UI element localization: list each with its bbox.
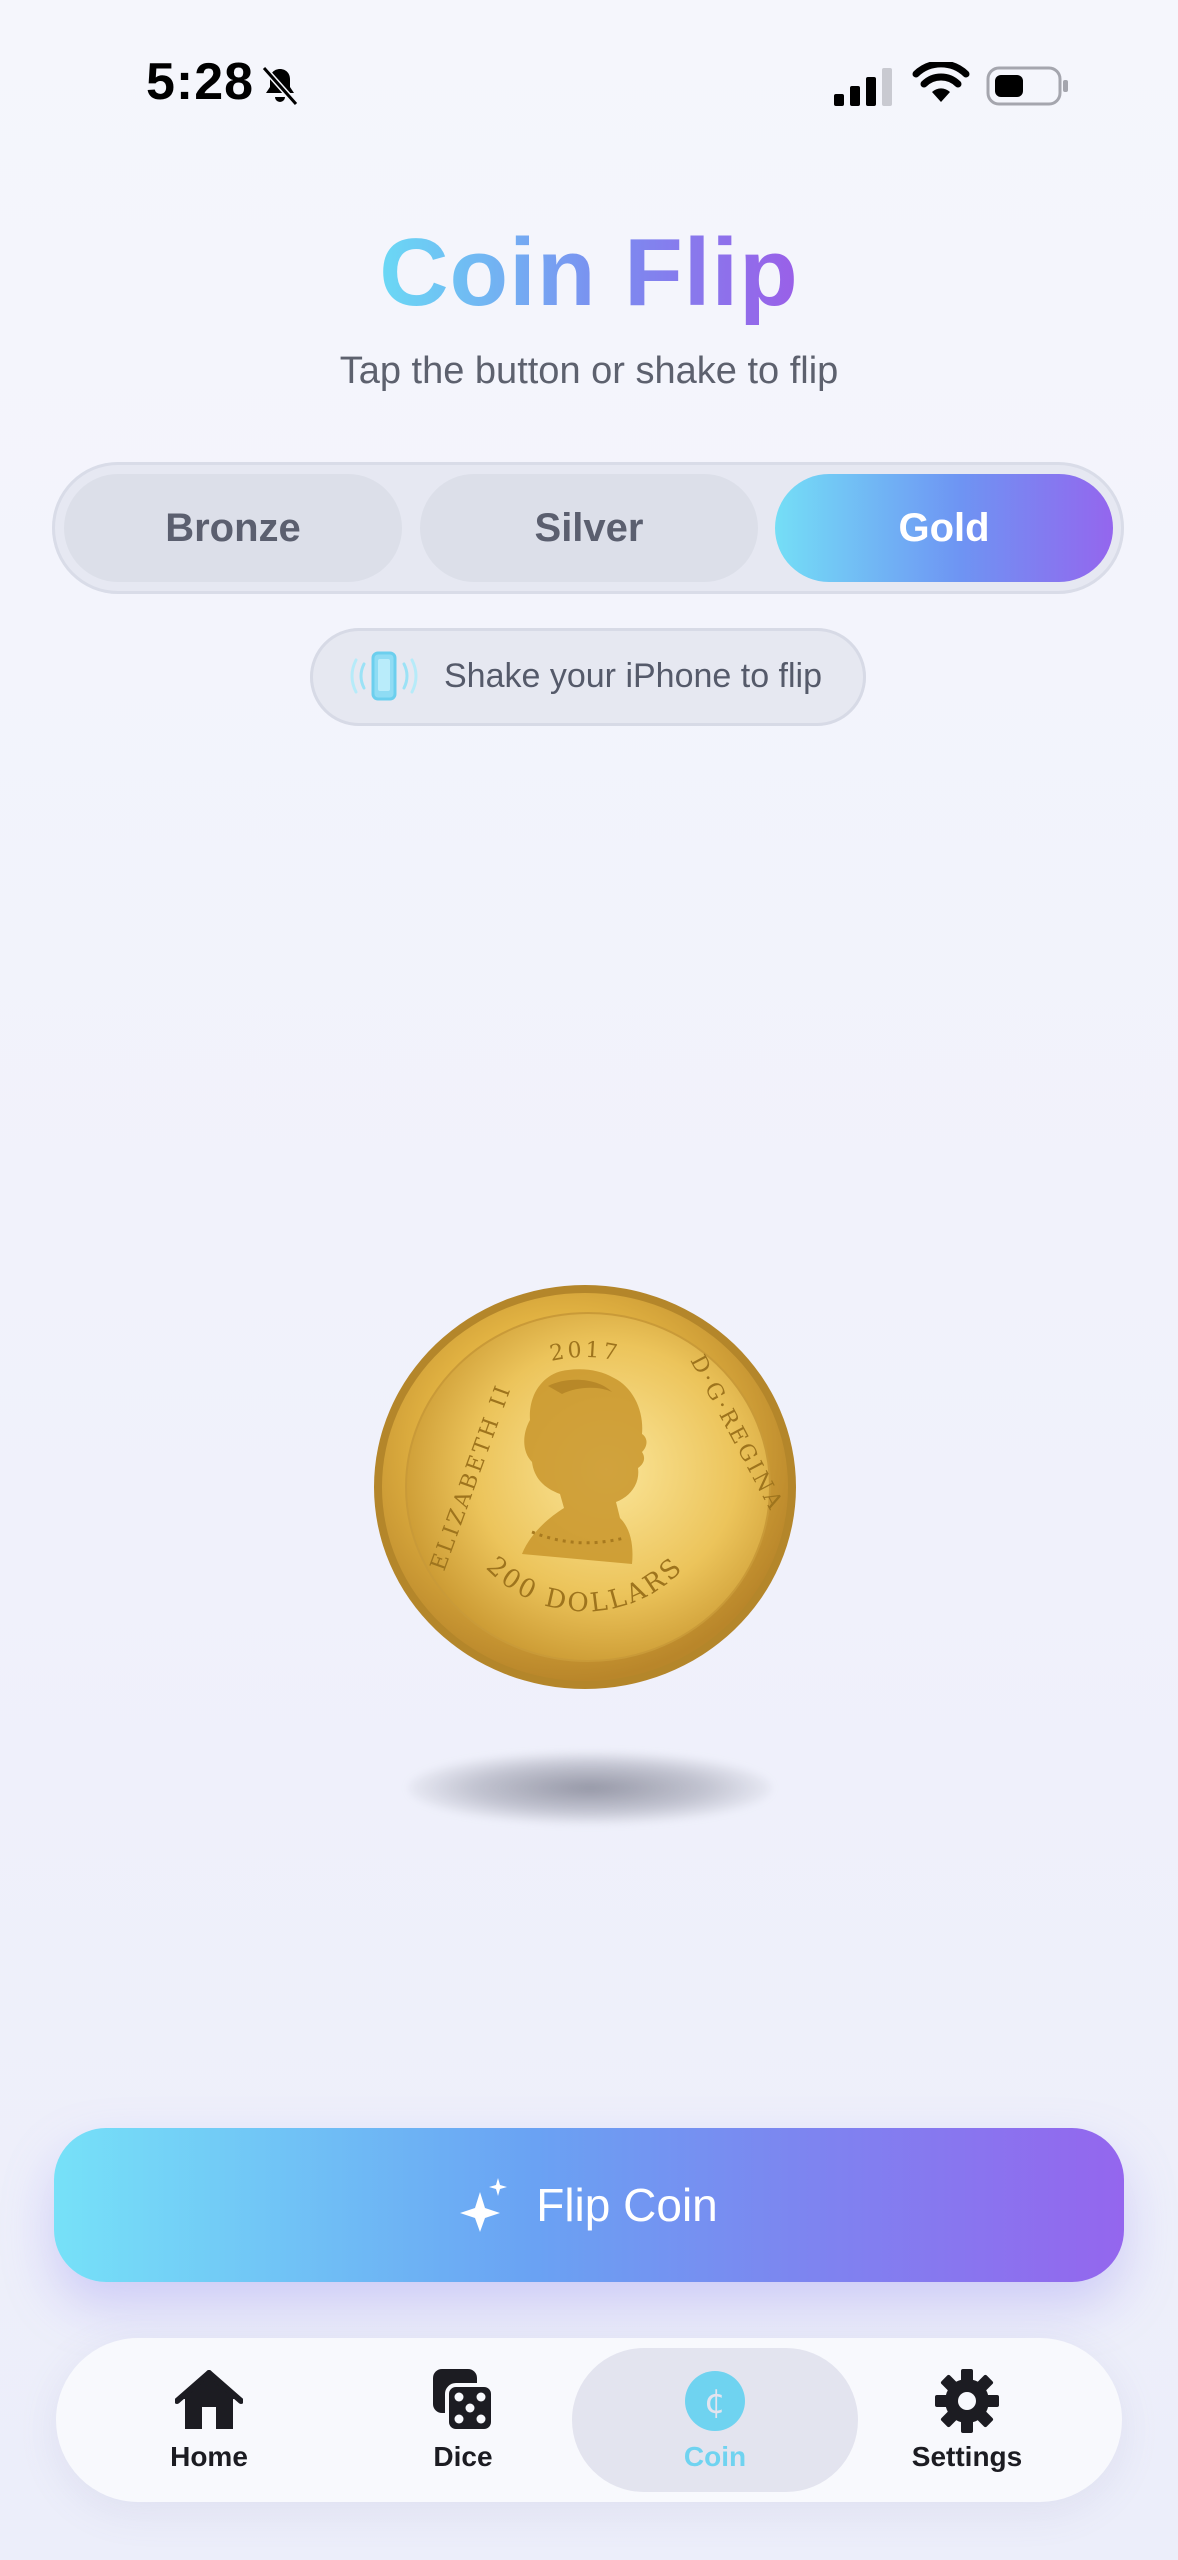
page-title: Coin Flip <box>379 219 799 326</box>
tab-coin[interactable]: ¢ Coin <box>572 2348 858 2492</box>
tab-settings[interactable]: Settings <box>824 2348 1110 2492</box>
page-subtitle: Tap the button or shake to flip <box>339 350 839 392</box>
dice-icon <box>433 2369 495 2433</box>
gold-coin[interactable]: 2017 ELIZABETH II D·G·REGINA 200 DOLLARS <box>372 1282 798 1692</box>
segment-bronze[interactable]: Bronze <box>64 474 402 582</box>
wifi-icon <box>912 62 970 102</box>
segment-gold[interactable]: Gold <box>775 474 1113 582</box>
tab-coin-label: Coin <box>683 2441 747 2472</box>
tab-home-label: Home <box>170 2441 248 2472</box>
battery-icon <box>986 66 1068 106</box>
status-time: 5:28 <box>146 53 255 111</box>
flip-coin-label: Flip Coin <box>536 2179 718 2231</box>
gear-icon <box>935 2369 999 2433</box>
house-icon <box>175 2370 243 2429</box>
flip-coin-button[interactable]: Flip Coin <box>54 2128 1124 2282</box>
coin-shadow <box>408 1752 772 1824</box>
cent-coin-icon: ¢ <box>685 2371 745 2431</box>
bell-slash-icon <box>261 66 299 106</box>
phone-vibrate-icon <box>350 651 418 701</box>
tab-settings-label: Settings <box>911 2441 1023 2472</box>
tab-dice-label: Dice <box>433 2441 493 2472</box>
shake-hint-text: Shake your iPhone to flip <box>444 657 823 695</box>
tab-home[interactable]: Home <box>66 2348 352 2492</box>
sparkles-icon <box>460 2178 508 2232</box>
tab-dice[interactable]: Dice <box>320 2348 606 2492</box>
segment-silver[interactable]: Silver <box>420 474 758 582</box>
svg-text:¢: ¢ <box>704 2382 726 2422</box>
cellular-signal-icon <box>834 68 892 106</box>
